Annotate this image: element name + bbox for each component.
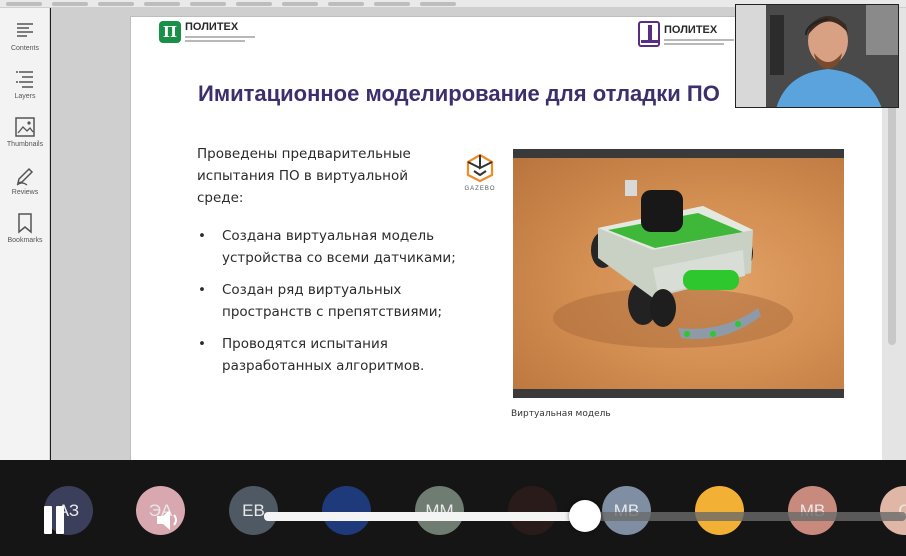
logo-subtitle-line xyxy=(185,40,245,42)
politech-logo-left: П ПОЛИТЕХ xyxy=(159,21,255,43)
sidebar-item-label: Layers xyxy=(14,93,36,100)
bookmark-icon xyxy=(18,213,32,234)
sim-viewport xyxy=(513,158,844,389)
sim-toolbar xyxy=(513,149,844,158)
toolbar-item[interactable] xyxy=(282,2,318,6)
avatar-initials: EB xyxy=(242,500,265,520)
logo-name: ПОЛИТЕХ xyxy=(664,23,718,36)
pause-button[interactable] xyxy=(40,506,70,536)
bullet-item: Проводятся испытания разработанных алгор… xyxy=(197,333,457,377)
gazebo-cube-icon xyxy=(466,153,494,183)
sidebar: Contents Layers Thumbnails Reviews Bookm… xyxy=(0,8,50,460)
participant-avatar[interactable] xyxy=(322,486,371,535)
toolbar-item[interactable] xyxy=(6,2,42,6)
toolbar-item[interactable] xyxy=(98,2,134,6)
playback-progress-handle[interactable] xyxy=(569,500,601,532)
logo-name: ПОЛИТЕХ xyxy=(185,21,239,33)
participant-avatar[interactable]: MM xyxy=(415,486,464,535)
pause-icon xyxy=(56,506,64,534)
toolbar-item[interactable] xyxy=(374,2,410,6)
participant-avatar[interactable] xyxy=(695,486,744,535)
layers-icon xyxy=(16,71,33,88)
sidebar-item-layers[interactable]: Layers xyxy=(0,68,50,112)
sidebar-item-bookmarks[interactable]: Bookmarks xyxy=(0,212,50,256)
pause-icon xyxy=(44,506,52,534)
politech-logo-mark: П xyxy=(159,21,181,43)
slide-intro-text: Проведены предварительные испытания ПО в… xyxy=(197,146,411,206)
logo-subtitle-line xyxy=(664,42,724,45)
image-caption: Виртуальная модель xyxy=(511,409,611,419)
sidebar-item-contents[interactable]: Contents xyxy=(0,20,50,64)
thumbnails-icon xyxy=(15,117,35,137)
participant-avatar[interactable]: MB xyxy=(788,486,837,535)
sidebar-item-reviews[interactable]: Reviews xyxy=(0,164,50,208)
toolbar-item[interactable] xyxy=(420,2,456,6)
robot-model-image xyxy=(553,180,793,348)
toolbar-item[interactable] xyxy=(144,2,180,6)
logo-subtitle-line xyxy=(664,38,734,41)
sim-statusbar xyxy=(513,389,844,398)
toolbar-item[interactable] xyxy=(52,2,88,6)
politech-emblem-icon xyxy=(638,21,660,47)
sidebar-item-label: Bookmarks xyxy=(7,237,43,244)
speaker-icon xyxy=(157,510,177,530)
logo-subtitle-line xyxy=(185,36,255,38)
pen-icon xyxy=(16,167,34,186)
list-icon xyxy=(17,23,33,37)
participant-avatar[interactable] xyxy=(508,486,557,535)
simulation-screenshot xyxy=(513,149,844,398)
playback-progress-fill xyxy=(264,512,585,521)
toolbar-item[interactable] xyxy=(236,2,272,6)
screen: Contents Layers Thumbnails Reviews Bookm… xyxy=(0,0,906,556)
sidebar-item-label: Contents xyxy=(10,45,40,52)
presenter-video-image xyxy=(736,5,898,107)
gazebo-logo: GAZEBO xyxy=(460,153,500,209)
volume-icon[interactable] xyxy=(152,505,182,535)
sidebar-item-label: Reviews xyxy=(11,189,39,196)
scrollbar-thumb[interactable] xyxy=(888,95,896,345)
politech-logo-right: ПОЛИТЕХ xyxy=(638,21,734,47)
toolbar-item[interactable] xyxy=(328,2,364,6)
bullet-item: Создана виртуальная модель устройства со… xyxy=(197,225,457,269)
presenter-webcam xyxy=(735,4,899,108)
participant-avatar[interactable]: MB xyxy=(602,486,651,535)
bullet-list: Создана виртуальная модель устройства со… xyxy=(197,225,457,387)
sidebar-item-label: Thumbnails xyxy=(6,141,44,148)
sidebar-item-thumbnails[interactable]: Thumbnails xyxy=(0,116,50,160)
participant-avatar[interactable]: EB xyxy=(229,486,278,535)
bullet-item: Создан ряд виртуальных пространств с пре… xyxy=(197,279,457,323)
toolbar-item[interactable] xyxy=(190,2,226,6)
gazebo-label: GAZEBO xyxy=(464,186,496,192)
